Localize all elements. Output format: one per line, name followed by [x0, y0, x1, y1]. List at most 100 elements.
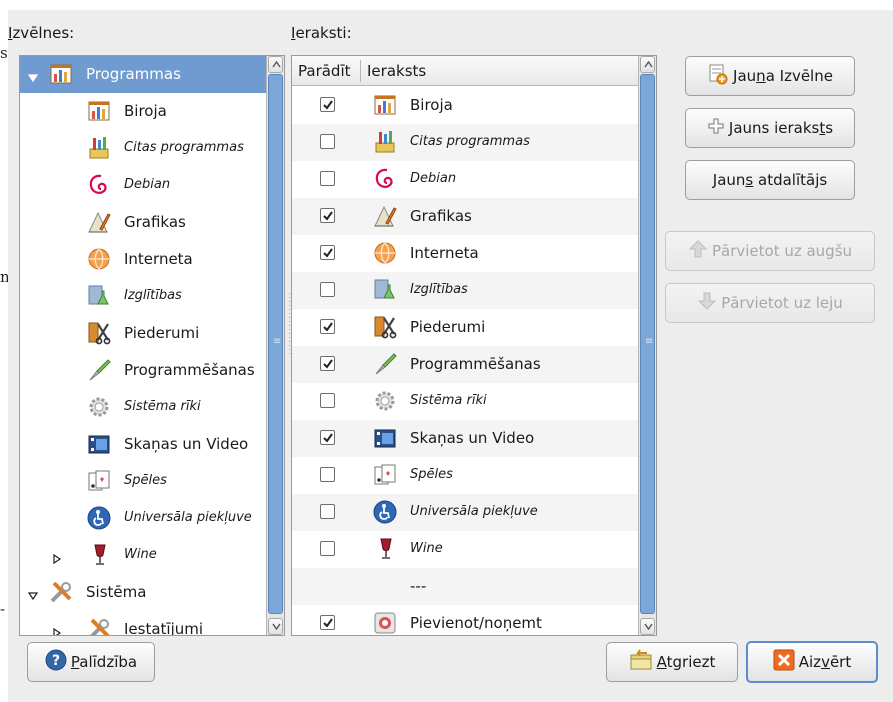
accessibility-icon — [372, 499, 398, 525]
label-mnemonic: A — [656, 653, 667, 671]
entry-label: Biroja — [410, 96, 453, 114]
entry-row[interactable]: Citas programmas — [292, 124, 638, 161]
entry-row[interactable]: Spēles — [292, 457, 638, 494]
expander-collapsed-icon[interactable] — [52, 550, 62, 568]
tree-row[interactable]: Izglītības — [20, 278, 266, 315]
tree-row[interactable]: Piederumi — [20, 315, 266, 352]
tree-row[interactable]: Skaņas un Video — [20, 426, 266, 463]
grip-icon: ≡ — [645, 336, 654, 347]
show-checkbox[interactable] — [320, 467, 335, 482]
entry-row[interactable]: Universāla piekļuve — [292, 494, 638, 531]
tree-row-label: Citas programmas — [124, 140, 244, 155]
new-item-button[interactable]: Jauns ieraksts — [685, 108, 855, 148]
menus-tree[interactable]: Programmas Biroja Citas programmas Debian Gr… — [19, 55, 285, 636]
move-down-label: Pārvietot uz leju — [721, 294, 843, 312]
items-heading: Ieraksti: — [291, 24, 352, 42]
show-checkbox-checked[interactable] — [320, 97, 335, 112]
expander-expanded-icon[interactable] — [27, 587, 39, 605]
entry-row[interactable]: Wine — [292, 531, 638, 568]
education-flask-icon — [86, 283, 112, 309]
tree-row-label: Interneta — [124, 250, 193, 268]
wine-glass-icon — [86, 542, 112, 568]
scroll-down-arrow[interactable] — [268, 618, 283, 635]
items-list-header: Parādīt Ieraksts — [292, 56, 638, 86]
label-part: s — [825, 119, 834, 137]
show-checkbox[interactable] — [320, 282, 335, 297]
entry-row[interactable]: Skaņas un Video — [292, 420, 638, 457]
move-up-button[interactable]: Pārvietot uz augšu — [665, 231, 875, 271]
tree-row-label: Wine — [124, 547, 157, 562]
paint-brushes-icon — [372, 129, 398, 155]
multimedia-film-icon — [372, 425, 398, 451]
tree-row[interactable]: Sistēma — [20, 574, 266, 611]
entry-label: Spēles — [410, 467, 453, 482]
entry-label: Citas programmas — [410, 134, 530, 149]
tree-row[interactable]: Iestatījumi — [20, 611, 266, 635]
items-scroll-thumb[interactable]: ≡ — [640, 74, 655, 614]
entry-row[interactable]: Izglītības — [292, 272, 638, 309]
entry-label: Programmēšanas — [410, 355, 541, 373]
show-checkbox[interactable] — [320, 171, 335, 186]
show-checkbox-checked[interactable] — [320, 208, 335, 223]
trowel-icon — [372, 351, 398, 377]
new-separator-button[interactable]: Jauns atdalītājs — [685, 160, 855, 200]
gear-icon — [372, 388, 398, 414]
background-strip — [0, 0, 8, 702]
show-checkbox-checked[interactable] — [320, 430, 335, 445]
revert-button[interactable]: Atgriezt — [606, 642, 738, 682]
entry-row[interactable]: Biroja — [292, 87, 638, 124]
help-button[interactable]: ? Palīdzība — [27, 642, 155, 682]
items-list[interactable]: Parādīt Ieraksts Biroja Citas programmas D… — [291, 55, 657, 636]
tree-row[interactable]: Interneta — [20, 241, 266, 278]
entry-label: Izglītības — [410, 282, 468, 297]
help-icon: ? — [45, 649, 67, 675]
column-entry[interactable]: Ieraksts — [367, 62, 426, 80]
tree-row[interactable]: Citas programmas — [20, 130, 266, 167]
label-part: alīdzība — [79, 653, 138, 671]
tree-row[interactable]: Spēles — [20, 463, 266, 500]
menus-scrollbar[interactable]: ≡ — [266, 56, 284, 635]
show-checkbox-checked[interactable] — [320, 356, 335, 371]
entry-row[interactable]: Grafikas — [292, 198, 638, 235]
tree-row[interactable]: Programmēšanas — [20, 352, 266, 389]
show-checkbox-checked[interactable] — [320, 245, 335, 260]
show-checkbox[interactable] — [320, 541, 335, 556]
tree-row[interactable]: Universāla piekļuve — [20, 500, 266, 537]
new-menu-button[interactable]: Jauna Izvēlne — [685, 56, 855, 96]
scroll-up-arrow[interactable] — [268, 56, 283, 73]
entry-label: Piederumi — [410, 318, 486, 336]
show-checkbox[interactable] — [320, 134, 335, 149]
separator-label: --- — [410, 577, 427, 595]
tree-row[interactable]: Grafikas — [20, 204, 266, 241]
show-checkbox[interactable] — [320, 393, 335, 408]
tree-row-label: Sistēma rīki — [124, 399, 201, 414]
menus-scroll-thumb[interactable]: ≡ — [268, 74, 283, 614]
move-down-button[interactable]: Pārvietot uz leju — [665, 283, 875, 323]
entry-label: Skaņas un Video — [410, 429, 535, 447]
scroll-up-arrow[interactable] — [640, 56, 655, 73]
expander-expanded-icon[interactable] — [27, 69, 39, 87]
entry-row[interactable]: Sistēma rīki — [292, 383, 638, 420]
show-checkbox-checked[interactable] — [320, 615, 335, 630]
column-show[interactable]: Parādīt — [298, 62, 351, 80]
office-chart-icon — [48, 61, 74, 87]
entry-row[interactable]: Interneta — [292, 235, 638, 272]
tree-row[interactable]: Biroja — [20, 93, 266, 130]
show-checkbox-checked[interactable] — [320, 319, 335, 334]
entry-row[interactable]: Pievienot/noņemt — [292, 605, 638, 635]
scroll-down-arrow[interactable] — [640, 618, 655, 635]
entry-row[interactable]: Programmēšanas — [292, 346, 638, 383]
tree-row[interactable]: Sistēma rīki — [20, 389, 266, 426]
items-scrollbar[interactable]: ≡ — [638, 56, 656, 635]
expander-collapsed-icon[interactable] — [52, 624, 62, 635]
tree-row[interactable]: Programmas — [20, 56, 266, 93]
tree-row-label: Sistēma — [86, 583, 147, 601]
help-label: Palīdzība — [71, 653, 137, 671]
tree-row[interactable]: Wine — [20, 537, 266, 574]
separator-row[interactable]: --- — [292, 568, 638, 605]
entry-row[interactable]: Debian — [292, 161, 638, 198]
close-button[interactable]: Aizvērt — [746, 641, 878, 683]
show-checkbox[interactable] — [320, 504, 335, 519]
tree-row[interactable]: Debian — [20, 167, 266, 204]
entry-row[interactable]: Piederumi — [292, 309, 638, 346]
